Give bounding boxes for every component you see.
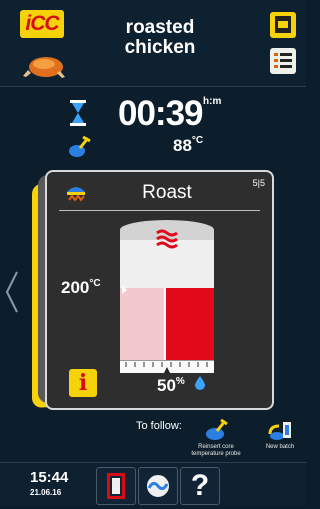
door-icon xyxy=(107,473,125,499)
new-batch-button[interactable]: New batch xyxy=(256,418,304,451)
clock-date: 21.06.16 xyxy=(30,488,62,497)
help-button[interactable]: ? xyxy=(180,467,220,505)
set-temperature[interactable]: 200°C xyxy=(61,278,101,298)
clock-time: 15:44 xyxy=(30,469,69,486)
heat-waves-icon xyxy=(156,229,178,249)
step-title: Roast xyxy=(142,182,192,203)
oven-icon xyxy=(275,16,291,33)
step-page-indicator: 5|5 xyxy=(252,178,265,188)
info-button[interactable]: i xyxy=(69,369,97,397)
hourglass-icon xyxy=(70,100,86,126)
new-batch-icon xyxy=(268,422,291,440)
set-temp-value: 200 xyxy=(61,278,90,297)
scale-ticks xyxy=(125,362,208,373)
program-list-button[interactable] xyxy=(270,48,296,74)
reinsert-probe-label: Reinsert core temperature probe xyxy=(191,444,241,457)
humidity-scale xyxy=(120,360,214,373)
cooking-step-card[interactable]: Roast 5|5 200°C i 50% xyxy=(45,170,274,410)
gauge-fill-light xyxy=(120,287,166,362)
humidity-unit: % xyxy=(175,376,185,387)
cleaning-button[interactable] xyxy=(138,467,178,505)
core-probe-icon xyxy=(69,135,91,157)
icc-logo[interactable]: iCC xyxy=(20,10,64,38)
roast-mode-icon xyxy=(67,187,85,202)
footer-bar: 15:44 21.06.16 ? xyxy=(0,462,306,506)
timer-unit: h:m xyxy=(203,96,222,107)
care-cycle-icon xyxy=(145,473,171,499)
to-follow-label: To follow: xyxy=(136,420,182,432)
humidity-slider-handle[interactable] xyxy=(164,287,167,362)
previous-step-arrow[interactable] xyxy=(4,270,20,314)
header-bar: iCC roasted chicken xyxy=(0,0,306,87)
core-temp-value: 88 xyxy=(173,136,192,155)
core-temp-unit: °C xyxy=(191,135,204,146)
water-drop-icon xyxy=(195,376,205,390)
humidity-gauge[interactable] xyxy=(120,240,214,362)
temp-level-marker xyxy=(122,286,127,294)
list-icon xyxy=(274,53,292,68)
new-batch-label: New batch xyxy=(265,444,295,450)
door-button[interactable] xyxy=(96,467,136,505)
program-title: roasted chicken xyxy=(124,17,196,58)
cooking-timer[interactable]: 00:39 xyxy=(118,94,204,134)
humidity-number: 50 xyxy=(157,376,176,395)
reinsert-probe-button[interactable]: Reinsert core temperature probe xyxy=(186,418,246,458)
set-temp-unit: °C xyxy=(89,278,101,289)
humidity-value[interactable]: 50% xyxy=(157,376,185,396)
card-divider xyxy=(59,210,260,211)
probe-insert-icon xyxy=(206,418,228,440)
core-temperature[interactable]: 88°C xyxy=(173,135,204,156)
gauge-fill-red xyxy=(165,287,214,362)
roast-chicken-icon xyxy=(23,57,65,78)
oven-view-button[interactable] xyxy=(270,12,296,38)
